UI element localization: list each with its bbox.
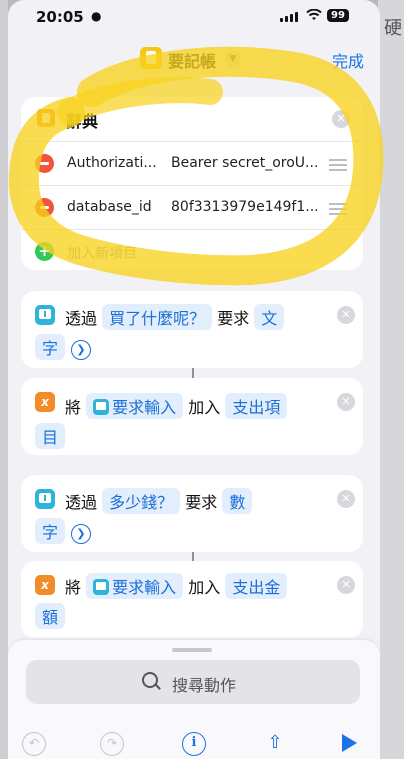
actions-search-panel: 搜尋動作 ↶ ↷ i ⇧ bbox=[8, 640, 380, 759]
variable-token[interactable]: 要求輸入 bbox=[86, 393, 184, 419]
person-icon: ● bbox=[91, 9, 102, 23]
dictionary-action-card: 辭典 ✕ Authorizati... Bearer secret_oroU..… bbox=[21, 97, 363, 270]
variable-token[interactable]: 要求輸入 bbox=[86, 573, 184, 599]
dictionary-value[interactable]: 80f3313979e149f1... bbox=[171, 199, 323, 215]
action-mid-text: 要求 bbox=[185, 493, 218, 512]
cellular-signal-icon bbox=[280, 12, 298, 22]
dictionary-row: database_id 80f3313979e149f1... bbox=[21, 186, 363, 230]
ask-for-input-action-card: 透過 多少錢？ 要求 數 字 ❯ ✕ bbox=[21, 475, 363, 552]
editor-toolbar: ↶ ↷ i ⇧ bbox=[8, 728, 380, 758]
search-icon bbox=[142, 672, 161, 690]
action-verb: 將 bbox=[65, 578, 82, 597]
target-variable-token[interactable]: 支出項 bbox=[225, 393, 288, 419]
sheet-grabber[interactable] bbox=[172, 648, 212, 652]
add-item-icon[interactable]: + bbox=[35, 242, 54, 261]
add-new-item-row[interactable]: + 加入新項目 bbox=[21, 230, 363, 273]
action-mid-text: 要求 bbox=[217, 309, 250, 328]
variable-icon: x bbox=[35, 575, 55, 595]
ask-input-icon bbox=[35, 305, 55, 325]
share-icon[interactable]: ⇧ bbox=[264, 732, 286, 754]
status-time: 20:05 bbox=[36, 8, 84, 26]
remove-action-icon[interactable]: ✕ bbox=[332, 110, 350, 128]
action-verb: 將 bbox=[65, 398, 82, 417]
dictionary-key[interactable]: Authorizati... bbox=[67, 155, 167, 171]
target-variable-token[interactable]: 支出金 bbox=[225, 573, 288, 599]
input-type-token-continued[interactable]: 字 bbox=[35, 334, 66, 360]
add-to-variable-action-card: x 將 要求輸入 加入 支出金 額 ✕ bbox=[21, 561, 363, 638]
redo-icon[interactable]: ↷ bbox=[100, 732, 124, 756]
chevron-down-icon[interactable]: ▼ bbox=[225, 51, 241, 67]
action-mid-text: 加入 bbox=[188, 398, 221, 417]
wifi-icon bbox=[306, 9, 322, 20]
target-variable-token-continued[interactable]: 目 bbox=[35, 423, 66, 449]
drag-handle-icon[interactable] bbox=[329, 203, 347, 218]
flow-connector bbox=[192, 368, 194, 378]
input-type-token[interactable]: 數 bbox=[222, 488, 253, 514]
prompt-token[interactable]: 買了什麼呢？ bbox=[102, 304, 213, 330]
target-variable-token-continued[interactable]: 額 bbox=[35, 603, 66, 629]
search-placeholder: 搜尋動作 bbox=[172, 676, 237, 695]
background-app-edge-right: 硬 bbox=[378, 0, 404, 759]
ask-for-input-action-card: 透過 買了什麼呢？ 要求 文 字 ❯ ✕ bbox=[21, 291, 363, 368]
status-bar: 20:05 ● 99 bbox=[8, 0, 380, 34]
title-bar: 要記帳 ▼ 完成 bbox=[8, 40, 380, 76]
play-icon[interactable] bbox=[342, 734, 357, 752]
dictionary-title: 辭典 bbox=[66, 112, 99, 131]
prompt-token[interactable]: 多少錢？ bbox=[102, 488, 181, 514]
shortcut-app-icon bbox=[140, 47, 162, 69]
action-verb: 透過 bbox=[65, 493, 98, 512]
remove-action-icon[interactable]: ✕ bbox=[337, 393, 355, 411]
action-verb: 透過 bbox=[65, 309, 98, 328]
dictionary-key[interactable]: database_id bbox=[67, 199, 167, 215]
input-type-token-continued[interactable]: 字 bbox=[35, 518, 66, 544]
undo-icon[interactable]: ↶ bbox=[22, 732, 46, 756]
dictionary-value[interactable]: Bearer secret_oroU... bbox=[171, 155, 323, 171]
remove-action-icon[interactable]: ✕ bbox=[337, 490, 355, 508]
search-actions-field[interactable]: 搜尋動作 bbox=[26, 660, 360, 704]
input-type-token[interactable]: 文 bbox=[254, 304, 285, 330]
delete-row-icon[interactable] bbox=[35, 154, 54, 173]
background-glyph: 硬 bbox=[384, 18, 402, 39]
shortcut-editor-sheet: 20:05 ● 99 要記帳 ▼ 完成 辭典 ✕ Authorizati... … bbox=[8, 0, 380, 759]
delete-row-icon[interactable] bbox=[35, 198, 54, 217]
ask-input-icon bbox=[93, 399, 110, 415]
remove-action-icon[interactable]: ✕ bbox=[337, 576, 355, 594]
add-new-item-label[interactable]: 加入新項目 bbox=[67, 243, 137, 263]
variable-icon: x bbox=[35, 392, 55, 412]
action-mid-text: 加入 bbox=[188, 578, 221, 597]
ask-input-icon bbox=[93, 579, 110, 595]
dictionary-icon bbox=[37, 109, 55, 127]
battery-icon: 99 bbox=[327, 9, 349, 22]
flow-connector bbox=[192, 552, 194, 561]
ask-input-icon bbox=[35, 489, 55, 509]
background-app-edge-left bbox=[0, 0, 8, 759]
expand-options-icon[interactable]: ❯ bbox=[71, 339, 92, 360]
expand-options-icon[interactable]: ❯ bbox=[71, 523, 92, 544]
remove-action-icon[interactable]: ✕ bbox=[337, 306, 355, 324]
drag-handle-icon[interactable] bbox=[329, 159, 347, 174]
done-button[interactable]: 完成 bbox=[332, 48, 364, 72]
dictionary-header: 辭典 ✕ bbox=[21, 97, 363, 142]
shortcut-title[interactable]: 要記帳 bbox=[168, 48, 216, 72]
info-icon[interactable]: i bbox=[182, 732, 206, 756]
dictionary-row: Authorizati... Bearer secret_oroU... bbox=[21, 142, 363, 186]
add-to-variable-action-card: x 將 要求輸入 加入 支出項 目 ✕ bbox=[21, 378, 363, 455]
